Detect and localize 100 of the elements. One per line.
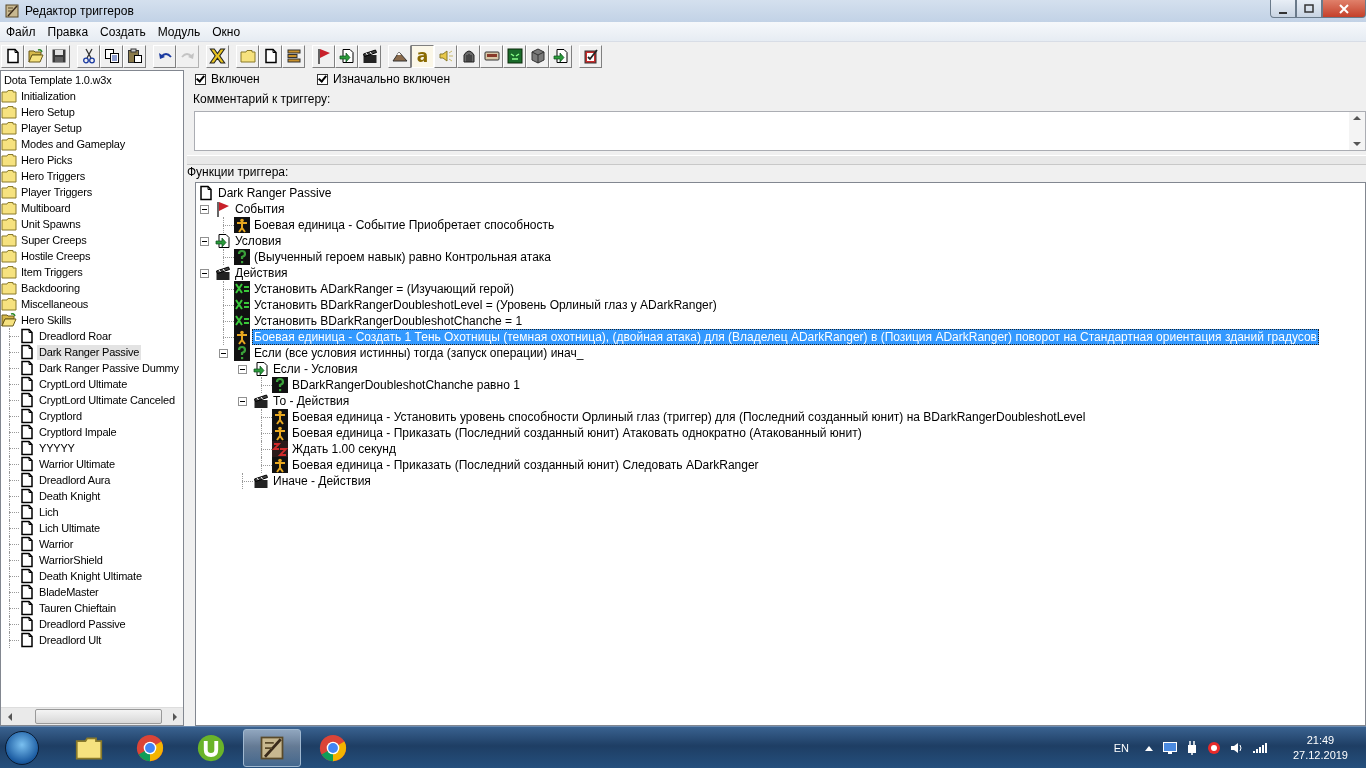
function-tree-item[interactable]: Если (все условия истинны) тогда (запуск операции) инач_ [252, 345, 586, 361]
toolbar-button[interactable] [47, 44, 70, 68]
function-tree-item[interactable]: События [233, 201, 287, 217]
trigger-item[interactable]: BladeMaster [37, 584, 101, 600]
trigger-item[interactable]: Warrior [37, 536, 76, 552]
function-tree-item[interactable]: BDarkRangerDoubleshotChanche равно 1 [290, 377, 522, 393]
taskbar-app-button[interactable] [243, 729, 301, 767]
trigger-item[interactable]: CryptLord Ultimate Canceled [37, 392, 177, 408]
maximize-button[interactable] [1296, 0, 1322, 18]
collapse-toggle[interactable] [238, 396, 247, 406]
toolbar-button[interactable] [457, 44, 480, 68]
toolbar-button[interactable] [1, 44, 24, 68]
trigger-item[interactable]: Dreadlord Passive [37, 616, 128, 632]
ring-icon[interactable] [1206, 741, 1221, 755]
collapse-toggle[interactable] [200, 204, 209, 214]
trigger-item[interactable]: Death Knight [37, 488, 103, 504]
function-tree-item[interactable]: Если - Условия [271, 361, 360, 377]
function-tree-item[interactable]: Dark Ranger Passive [216, 185, 334, 201]
collapse-toggle[interactable] [200, 268, 209, 278]
function-tree-item[interactable]: Установить ADarkRanger = (Изучающий герой) [252, 281, 517, 297]
category-item[interactable]: Initialization [19, 88, 78, 104]
power-plug-icon[interactable] [1186, 741, 1197, 755]
trigger-item[interactable]: Lich [37, 504, 61, 520]
language-indicator[interactable]: EN [1113, 742, 1129, 754]
toolbar-button[interactable] [100, 44, 123, 68]
trigger-item[interactable]: Dark Ranger Passive Dummy [37, 360, 181, 376]
menu-item[interactable]: Создать [94, 22, 152, 41]
map-name[interactable]: Dota Template 1.0.w3x [2, 72, 114, 88]
toolbar-button[interactable] [282, 44, 305, 68]
speaker-icon[interactable] [1230, 742, 1243, 754]
function-tree-item[interactable]: Условия [233, 233, 284, 249]
close-button[interactable] [1322, 0, 1366, 18]
category-item[interactable]: Hero Picks [19, 152, 75, 168]
trigger-item[interactable]: Cryptlord Impale [37, 424, 119, 440]
clock-time[interactable]: 21:49 [1306, 733, 1335, 748]
toolbar-button[interactable]: a [411, 44, 434, 68]
category-item[interactable]: Player Triggers [19, 184, 94, 200]
toolbar-button[interactable] [579, 44, 602, 68]
function-tree-item[interactable]: Ждать 1.00 секунд [290, 441, 398, 457]
toolbar-button[interactable] [358, 44, 381, 68]
collapse-toggle[interactable] [238, 364, 247, 374]
function-tree-item[interactable]: Боевая единица - Событие Приобретает способность [252, 217, 557, 233]
trigger-item[interactable]: Dark Ranger Passive [37, 344, 142, 360]
trigger-item[interactable]: Dreadlord Ult [37, 632, 104, 648]
collapse-toggle[interactable] [219, 348, 228, 358]
trigger-item[interactable]: CryptLord Ultimate [37, 376, 130, 392]
clock-date[interactable]: 27.12.2019 [1292, 748, 1348, 763]
toolbar-button[interactable] [388, 44, 411, 68]
category-item[interactable]: Hostile Creeps [19, 248, 93, 264]
horizontal-scrollbar[interactable] [1, 707, 183, 725]
category-item[interactable]: Super Creeps [19, 232, 89, 248]
trigger-item[interactable]: Tauren Chieftain [37, 600, 118, 616]
function-tree-item[interactable]: То - Действия [271, 393, 352, 409]
function-tree-item[interactable]: Установить BDarkRangerDoubleshotLevel = (Уровень Орлиный глаз у ADarkRanger) [252, 297, 719, 313]
category-item[interactable]: Backdooring [19, 280, 82, 296]
trigger-item[interactable]: Death Knight Ultimate [37, 568, 144, 584]
function-tree-item[interactable]: Действия [233, 265, 290, 281]
trigger-item[interactable]: Dreadlord Aura [37, 472, 113, 488]
menu-item[interactable]: Модуль [151, 22, 207, 41]
toolbar-button[interactable] [549, 44, 572, 68]
category-item[interactable]: Modes and Gameplay [19, 136, 127, 152]
trigger-item[interactable]: Lich Ultimate [37, 520, 102, 536]
toolbar-button[interactable] [480, 44, 503, 68]
trigger-item[interactable]: WarriorShield [37, 552, 105, 568]
checkbox[interactable] [317, 73, 328, 85]
minimize-button[interactable] [1270, 0, 1296, 18]
menu-item[interactable]: Окно [206, 22, 247, 41]
category-item[interactable]: Miscellaneous [19, 296, 91, 312]
function-tree-item[interactable]: Боевая единица - Приказать (Последний созданный юнит) Атаковать однократно (Атакованный юнит) [290, 425, 864, 441]
toolbar-button[interactable] [77, 44, 100, 68]
category-item[interactable]: Unit Spawns [19, 216, 83, 232]
toolbar-button[interactable] [312, 44, 335, 68]
toolbar-button[interactable] [259, 44, 282, 68]
category-item[interactable]: Hero Setup [19, 104, 77, 120]
toolbar-button[interactable] [503, 44, 526, 68]
category-item[interactable]: Hero Triggers [19, 168, 88, 184]
function-tree-item[interactable]: Иначе - Действия [271, 473, 373, 489]
monitor-icon[interactable] [1162, 742, 1177, 754]
function-tree-item[interactable]: (Выученный героем навык) равно Контрольная атака [252, 249, 553, 265]
toolbar-button[interactable] [153, 44, 176, 68]
category-item[interactable]: Item Triggers [19, 264, 85, 280]
function-tree-item[interactable]: Боевая единица - Приказать (Последний созданный юнит) Следовать ADarkRanger [290, 457, 761, 473]
comment-field[interactable] [194, 111, 1366, 151]
category-item[interactable]: Multiboard [19, 200, 73, 216]
menu-item[interactable]: Правка [41, 22, 95, 41]
toolbar-button[interactable] [123, 44, 146, 68]
category-item[interactable]: Player Setup [19, 120, 84, 136]
trigger-item[interactable]: Dreadlord Roar [37, 328, 114, 344]
function-tree-item[interactable]: Боевая единица - Установить уровень способности Орлиный глаз (триггер) для (Последний созданный юнит) на BDarkRangerDoubleshotLevel [290, 409, 1088, 425]
trigger-item[interactable]: Warrior Ultimate [37, 456, 117, 472]
toolbar-button[interactable] [335, 44, 358, 68]
tray-expand-icon[interactable] [1144, 745, 1153, 751]
trigger-item[interactable]: YYYYY [37, 440, 77, 456]
signal-bars-icon[interactable] [1252, 743, 1267, 753]
menu-item[interactable]: Файл [0, 22, 42, 41]
toolbar-button[interactable] [526, 44, 549, 68]
checkbox[interactable] [195, 73, 206, 85]
trigger-item[interactable]: Cryptlord [37, 408, 84, 424]
collapse-toggle[interactable] [200, 236, 209, 246]
category-item[interactable]: Hero Skills [19, 312, 74, 328]
